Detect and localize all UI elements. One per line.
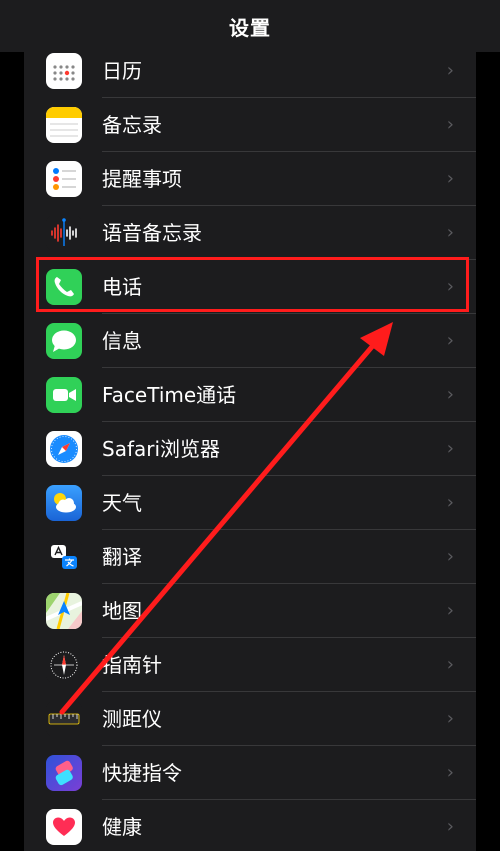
settings-screen: 设置 日历 › 备忘录 › 提醒事项 › 语音备忘录 › 电话 › 信息 › F… [0,0,500,851]
annotation-arrow [59,322,393,715]
